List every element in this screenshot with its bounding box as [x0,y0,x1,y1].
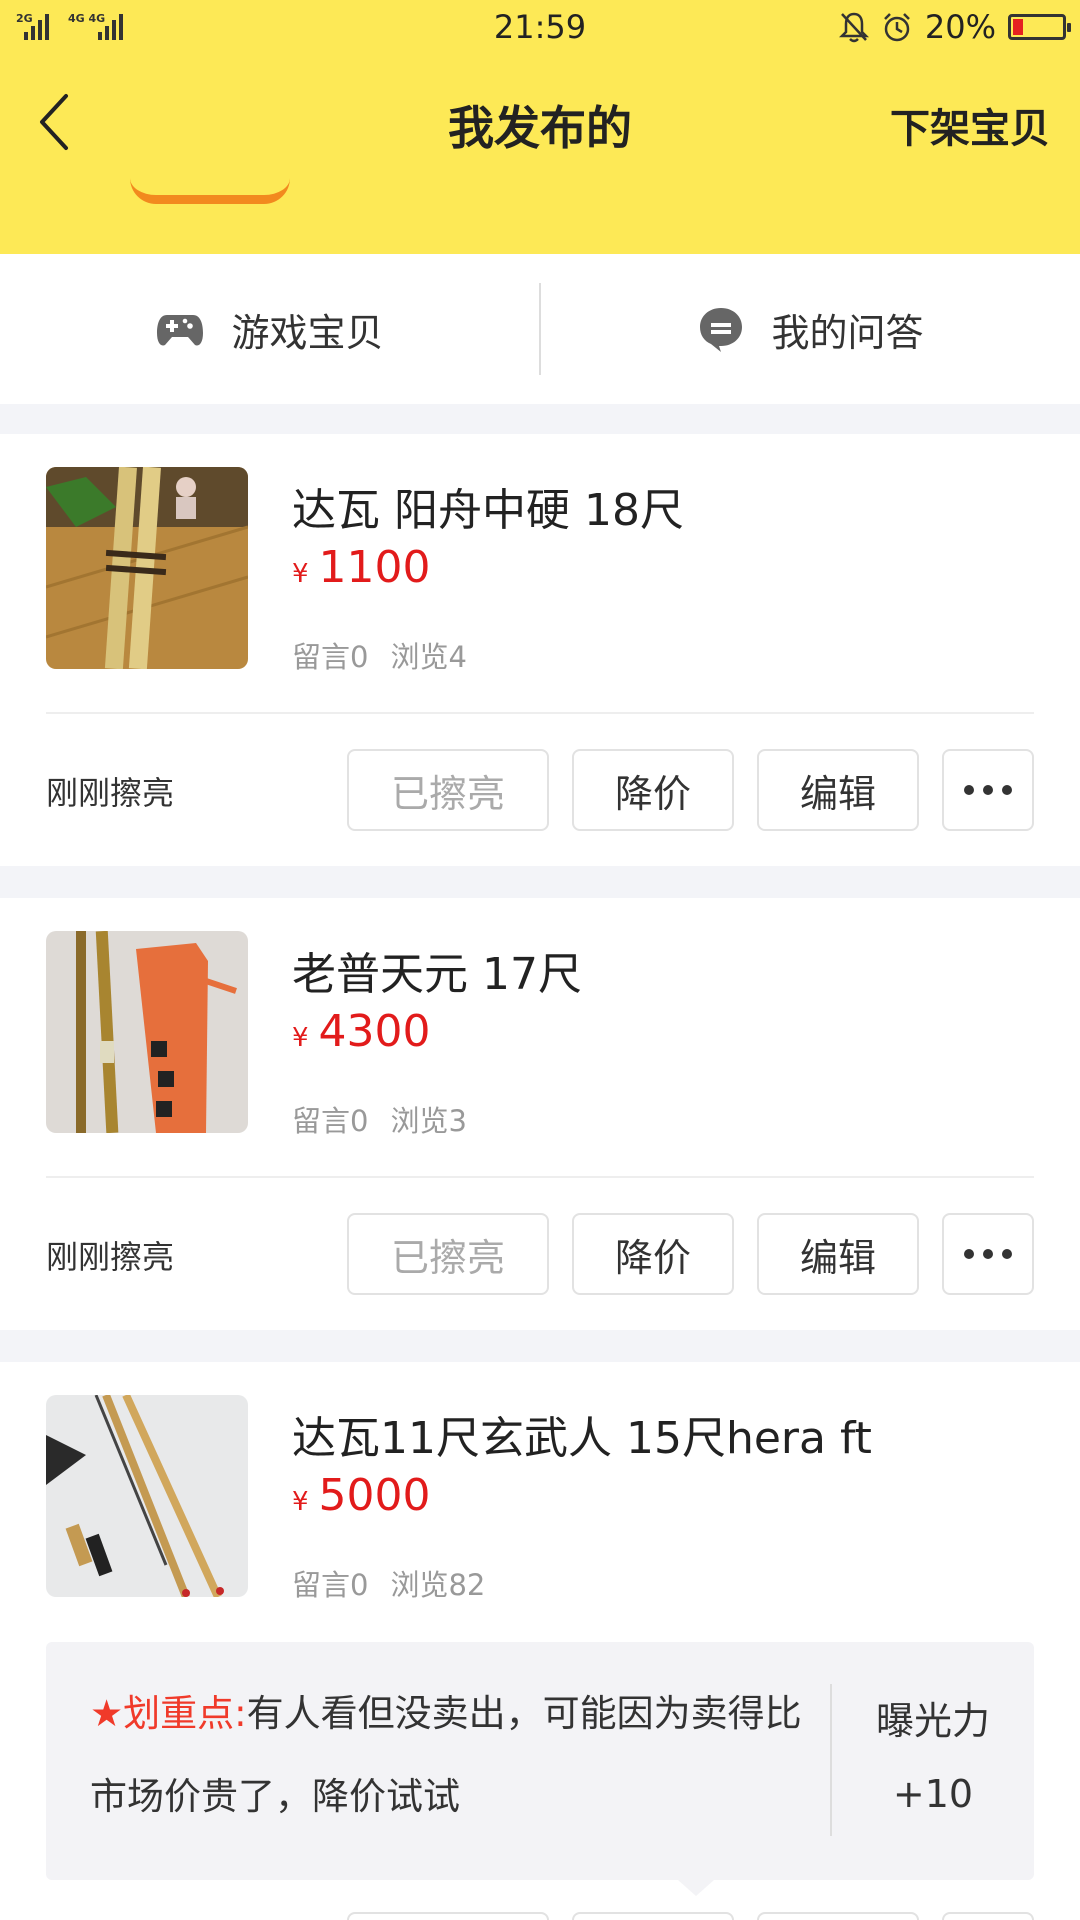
view-count: 浏览4 [390,640,467,674]
item-stats: 留言0 浏览3 [292,1098,467,1140]
currency-symbol: ¥ [292,559,309,589]
exposure-label: 曝光力 [875,1699,990,1743]
tab-game-items-label: 游戏宝贝 [231,310,384,355]
item-thumbnail[interactable] [46,1395,248,1597]
listing-card[interactable]: 老普天元 17尺 ¥4300 留言0 浏览3 刚刚擦亮 已擦亮 降价 编辑 [0,898,1080,1330]
tip-pointer [678,1880,714,1896]
delist-item-button[interactable]: 下架宝贝 [890,96,1050,154]
tab-my-qa[interactable]: 我的问答 [541,254,1080,404]
view-count: 浏览82 [390,1568,486,1602]
reduce-price-button[interactable]: 降价 [572,749,734,831]
header-decoration [130,178,290,204]
fishing-rods-photo [46,1395,248,1597]
item-stats: 留言0 浏览82 [292,1562,485,1604]
battery-icon [1008,14,1071,40]
gamepad-icon [157,315,204,346]
tip-highlight: ★划重点: [90,1692,247,1735]
item-price: ¥1100 [292,542,431,593]
polished-button[interactable]: 已擦亮 [347,1213,549,1295]
chat-bubble-icon [700,308,743,352]
reduce-price-button-partial[interactable] [572,1912,734,1920]
currency-symbol: ¥ [292,1487,309,1517]
currency-symbol: ¥ [292,1023,309,1053]
edit-button[interactable]: 编辑 [757,1213,919,1295]
view-count: 浏览3 [390,1104,467,1138]
exposure-value: +10 [892,1772,974,1816]
alarm-icon [883,13,910,42]
more-dots-icon [964,1249,974,1259]
battery-level-fill [1013,19,1023,35]
status-bar: 2G 4G 4G 21:59 20% [0,0,1080,58]
item-price: ¥4300 [292,1006,431,1057]
fishing-rod-bag-photo [46,931,248,1133]
comment-count: 留言0 [292,1568,369,1602]
price-amount: 1100 [318,542,431,593]
battery-percent: 20% [924,8,996,46]
polished-button[interactable]: 已擦亮 [347,749,549,831]
item-thumbnail[interactable] [46,467,248,669]
tab-game-items[interactable]: 游戏宝贝 [0,254,539,404]
item-title[interactable]: 达瓦11尺玄武人 15尺hera ft [292,1402,872,1466]
listing-card[interactable]: 达瓦11尺玄武人 15尺hera ft ¥5000 留言0 浏览82 ★划重点:有… [0,1362,1080,1920]
status-right-group: 20% [838,8,1071,46]
polish-status: 刚刚擦亮 [46,774,175,812]
price-tip-box[interactable]: ★划重点:有人看但没卖出，可能因为卖得比市场价贵了，降价试试 曝光力 +10 [46,1642,1034,1896]
item-price: ¥5000 [292,1470,431,1521]
card-divider [46,1176,1034,1178]
mute-bell-icon [838,12,869,43]
edit-button[interactable]: 编辑 [757,749,919,831]
fishing-rod-photo [46,467,248,669]
more-button[interactable] [942,749,1034,831]
price-amount: 4300 [318,1006,431,1057]
reduce-price-button[interactable]: 降价 [572,1213,734,1295]
item-title[interactable]: 老普天元 17尺 [292,938,582,1002]
card-divider [46,712,1034,714]
tab-my-qa-label: 我的问答 [771,310,924,355]
price-amount: 5000 [318,1470,431,1521]
header: 我发布的 下架宝贝 [0,58,1080,254]
more-dots-icon [964,785,974,795]
more-button-partial[interactable] [942,1912,1034,1920]
comment-count: 留言0 [292,640,369,674]
more-button[interactable] [942,1213,1034,1295]
item-thumbnail[interactable] [46,931,248,1133]
listing-card[interactable]: 达瓦 阳舟中硬 18尺 ¥1100 留言0 浏览4 刚刚擦亮 已擦亮 降价 编辑 [0,434,1080,866]
polish-status: 刚刚擦亮 [46,1238,175,1276]
edit-button-partial[interactable] [757,1912,919,1920]
polished-button-partial[interactable] [347,1912,549,1920]
item-stats: 留言0 浏览4 [292,634,467,676]
comment-count: 留言0 [292,1104,369,1138]
tip-text: ★划重点:有人看但没卖出，可能因为卖得比市场价贵了，降价试试 [90,1672,810,1838]
tab-bar: 游戏宝贝 我的问答 [0,254,1080,404]
item-title[interactable]: 达瓦 阳舟中硬 18尺 [292,474,684,538]
